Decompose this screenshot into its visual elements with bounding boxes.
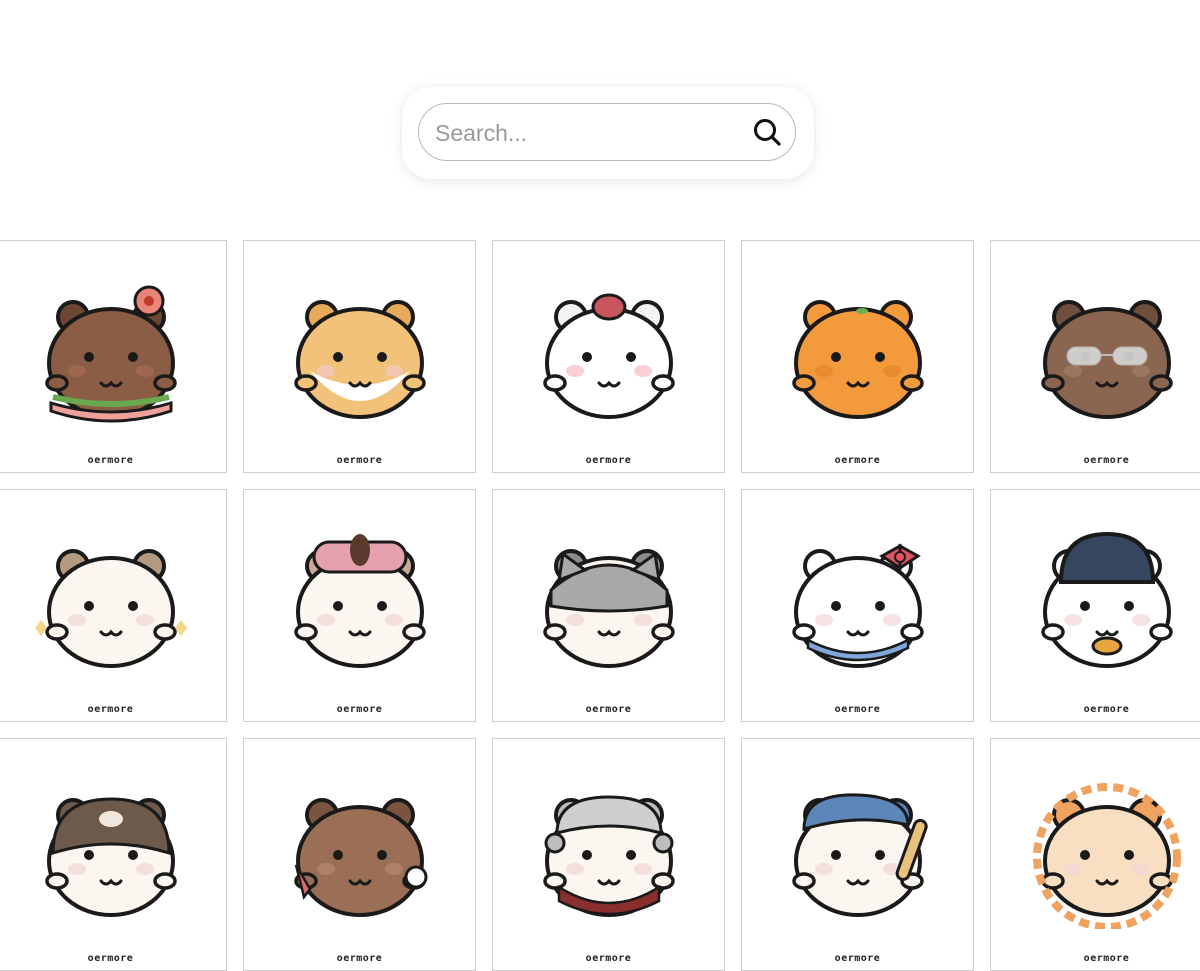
sticker-author-label: oermore: [87, 455, 134, 466]
hamster-sticker-image: [1041, 531, 1173, 668]
sticker-author-label: oermore: [834, 704, 881, 715]
sticker-card[interactable]: oermore: [741, 489, 974, 722]
sticker-card[interactable]: oermore: [243, 240, 476, 473]
sticker-card[interactable]: oermore: [0, 489, 227, 722]
hamster-sticker-image: [45, 285, 177, 423]
sticker-author-label: oermore: [834, 455, 881, 466]
hamster-sticker-image: [35, 549, 187, 668]
sticker-grid: oermore oermore oermore oermore oermore oermo…: [0, 0, 1200, 971]
sticker-author-label: oermore: [1083, 704, 1130, 715]
hamster-sticker-image: [45, 797, 177, 917]
sticker-author-label: oermore: [336, 953, 383, 964]
hamster-sticker-image: [543, 549, 675, 668]
sticker-author-label: oermore: [87, 704, 134, 715]
hamster-sticker-image: [543, 293, 675, 419]
sticker-author-label: oermore: [585, 704, 632, 715]
hamster-sticker-image: [792, 300, 924, 419]
sticker-card[interactable]: oermore: [0, 240, 227, 473]
hamster-sticker-image: [294, 300, 426, 419]
sticker-author-label: oermore: [1083, 455, 1130, 466]
sticker-author-label: oermore: [1083, 953, 1130, 964]
sticker-card[interactable]: oermore: [990, 240, 1200, 473]
sticker-card[interactable]: oermore: [990, 738, 1200, 971]
hamster-sticker-image: [792, 793, 928, 917]
sticker-card[interactable]: oermore: [741, 240, 974, 473]
hamster-sticker-image: [543, 795, 675, 917]
sticker-card[interactable]: oermore: [741, 738, 974, 971]
sticker-author-label: oermore: [336, 455, 383, 466]
sticker-card[interactable]: oermore: [0, 738, 227, 971]
sticker-card[interactable]: oermore: [243, 738, 476, 971]
hamster-sticker-image: [294, 798, 428, 917]
sticker-card[interactable]: oermore: [243, 489, 476, 722]
sticker-author-label: oermore: [336, 704, 383, 715]
sticker-card[interactable]: oermore: [492, 489, 725, 722]
sticker-author-label: oermore: [585, 455, 632, 466]
sticker-card[interactable]: oermore: [492, 738, 725, 971]
hamster-sticker-image: [792, 543, 924, 668]
sticker-card[interactable]: oermore: [990, 489, 1200, 722]
sticker-author-label: oermore: [834, 953, 881, 964]
hamster-sticker-image: [294, 534, 426, 668]
hamster-sticker-image: [1033, 783, 1181, 929]
sticker-author-label: oermore: [87, 953, 134, 964]
sticker-author-label: oermore: [585, 953, 632, 964]
hamster-sticker-image: [1041, 300, 1173, 419]
sticker-card[interactable]: oermore: [492, 240, 725, 473]
